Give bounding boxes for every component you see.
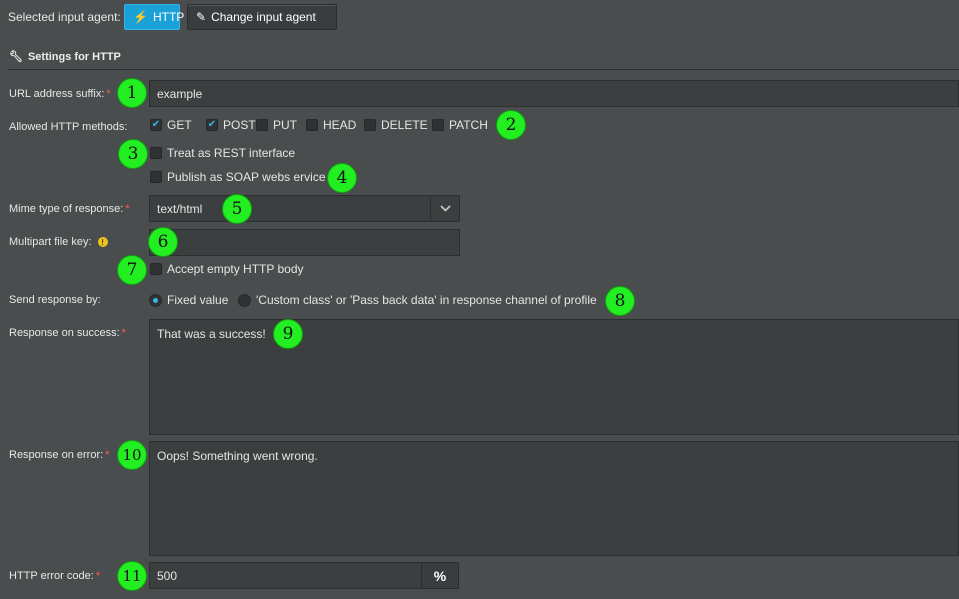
- method-get-checkbox[interactable]: ✔ GET: [150, 118, 206, 132]
- method-post-label: POST: [223, 118, 256, 132]
- change-input-agent-button[interactable]: ✎ Change input agent: [187, 4, 337, 30]
- marker-10: 10: [117, 440, 147, 470]
- send-custom-radio[interactable]: 'Custom class' or 'Pass back data' in re…: [238, 293, 597, 307]
- marker-8: 8: [605, 286, 635, 316]
- required-marker: *: [121, 327, 126, 339]
- accept-empty-body-checkbox[interactable]: Accept empty HTTP body: [150, 262, 304, 276]
- section-divider: [8, 69, 959, 70]
- error-code-value: 500: [157, 568, 178, 583]
- multipart-key-input[interactable]: [149, 229, 460, 256]
- send-fixed-radio[interactable]: Fixed value: [149, 293, 228, 307]
- method-delete-checkbox[interactable]: DELETE: [364, 118, 432, 132]
- required-marker: *: [95, 570, 101, 582]
- send-fixed-label: Fixed value: [167, 293, 229, 307]
- mime-type-select[interactable]: text/html: [149, 195, 460, 222]
- checkbox-checked-icon: ✔: [206, 119, 218, 131]
- lightning-icon: ⚡: [133, 10, 148, 24]
- marker-4: 4: [327, 163, 357, 193]
- marker-2: 2: [496, 110, 526, 140]
- accept-empty-body-label: Accept empty HTTP body: [167, 262, 304, 276]
- success-response-textarea[interactable]: That was a success!: [149, 319, 959, 435]
- checkbox-unchecked-icon: [256, 119, 268, 131]
- success-response-label-text: Response on success:: [9, 327, 120, 339]
- wrench-icon: 🔧︎: [9, 51, 23, 63]
- marker-9: 9: [273, 319, 303, 349]
- checkbox-unchecked-icon: [306, 119, 318, 131]
- marker-1: 1: [117, 78, 147, 108]
- allowed-methods-label: Allowed HTTP methods:: [9, 121, 128, 133]
- success-response-label: Response on success: *: [9, 327, 126, 339]
- checkbox-unchecked-icon: [150, 147, 162, 159]
- url-suffix-label-text: URL address suffix:: [9, 88, 105, 100]
- method-get-label: GET: [167, 118, 192, 132]
- method-post-checkbox[interactable]: ✔ POST: [206, 118, 256, 132]
- rest-interface-label: Treat as REST interface: [167, 146, 296, 160]
- marker-3: 3: [118, 139, 148, 169]
- required-marker: *: [106, 88, 111, 100]
- soap-service-label: Publish as SOAP webs ervice: [167, 170, 326, 184]
- required-marker: *: [105, 449, 110, 461]
- error-response-label-text: Response on error:: [9, 449, 104, 461]
- required-marker: *: [125, 203, 130, 215]
- method-put-label: PUT: [273, 118, 297, 132]
- multipart-key-label-text: Multipart file key:: [9, 236, 92, 248]
- marker-5: 5: [222, 194, 252, 224]
- rest-interface-checkbox[interactable]: Treat as REST interface: [150, 146, 295, 160]
- error-response-textarea[interactable]: Oops! Something went wrong.: [149, 441, 959, 556]
- change-input-agent-label: Change input agent: [211, 10, 316, 24]
- checkbox-unchecked-icon: [150, 171, 162, 183]
- error-code-label: HTTP error code: *: [9, 570, 100, 582]
- checkbox-unchecked-icon: [364, 119, 376, 131]
- soap-service-checkbox[interactable]: Publish as SOAP webs ervice: [150, 170, 326, 184]
- success-response-value: That was a success!: [157, 327, 266, 341]
- method-patch-label: PATCH: [449, 118, 488, 132]
- chevron-down-icon[interactable]: [430, 196, 459, 221]
- section-title-text: Settings for HTTP: [27, 50, 121, 63]
- send-custom-label: 'Custom class' or 'Pass back data' in re…: [256, 293, 597, 307]
- checkbox-unchecked-icon: [432, 119, 444, 131]
- error-response-label: Response on error: *: [9, 449, 109, 461]
- method-head-label: HEAD: [323, 118, 357, 132]
- info-icon[interactable]: !: [97, 237, 108, 248]
- checkbox-unchecked-icon: [150, 263, 162, 275]
- marker-11: 11: [117, 561, 147, 591]
- url-suffix-label: URL address suffix: *: [9, 88, 111, 100]
- percent-button[interactable]: %: [421, 562, 459, 589]
- method-delete-label: DELETE: [381, 118, 428, 132]
- mime-type-label: Mime type of response: *: [9, 203, 130, 215]
- error-code-input[interactable]: 500: [149, 562, 422, 589]
- section-title: 🔧︎ Settings for HTTP: [9, 50, 121, 64]
- http-agent-button[interactable]: ⚡ HTTP: [124, 4, 184, 30]
- method-head-checkbox[interactable]: HEAD: [306, 118, 364, 132]
- marker-6: 6: [148, 227, 178, 257]
- method-patch-checkbox[interactable]: PATCH: [432, 118, 492, 132]
- error-response-value: Oops! Something went wrong.: [157, 449, 318, 463]
- send-response-label: Send response by:: [9, 294, 101, 306]
- radio-unselected-icon: [238, 293, 251, 307]
- multipart-key-label: Multipart file key:!: [9, 236, 108, 248]
- marker-7: 7: [117, 255, 147, 285]
- mime-type-label-text: Mime type of response:: [9, 203, 124, 215]
- percent-icon: %: [433, 567, 447, 584]
- method-put-checkbox[interactable]: PUT: [256, 118, 306, 132]
- pencil-icon: ✎: [196, 10, 207, 24]
- url-suffix-value: example: [157, 86, 203, 101]
- radio-selected-icon: [149, 293, 162, 307]
- http-agent-button-label: HTTP: [152, 10, 185, 24]
- mime-type-value: text/html: [157, 201, 203, 216]
- selected-agent-label: Selected input agent:: [8, 10, 121, 24]
- error-code-label-text: HTTP error code:: [9, 570, 94, 582]
- url-suffix-input[interactable]: example: [149, 80, 959, 107]
- checkbox-checked-icon: ✔: [150, 119, 162, 131]
